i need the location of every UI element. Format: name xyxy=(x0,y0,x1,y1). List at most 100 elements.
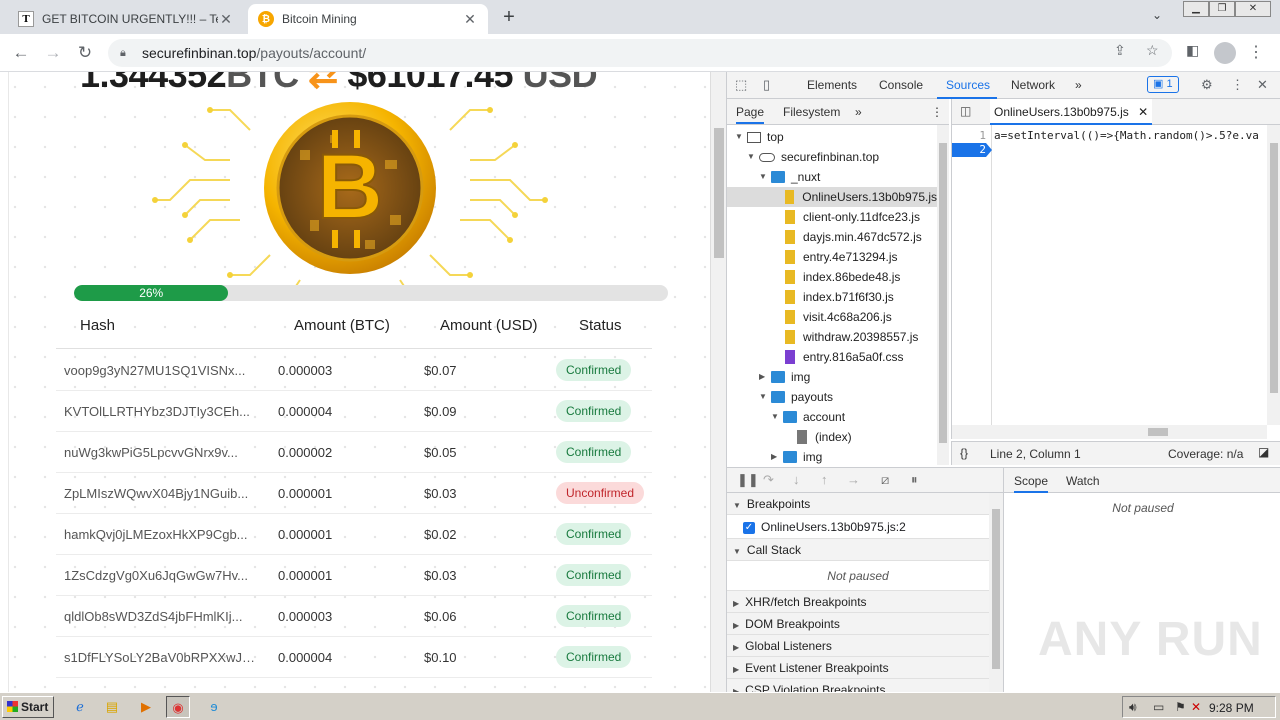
tab-scope[interactable]: Scope xyxy=(1014,474,1049,493)
issues-badge[interactable]: ▣ 1 xyxy=(1147,76,1179,93)
tree-item[interactable]: ▼ account xyxy=(727,407,937,427)
tab-watch[interactable]: Watch xyxy=(1066,474,1100,488)
share-icon[interactable]: ⇪ xyxy=(1114,42,1126,59)
expanded-arrow-icon[interactable]: ▼ xyxy=(759,387,771,407)
hash-cell[interactable]: qldlOb8sWD3ZdS4jbFHmlKIj... xyxy=(64,609,260,624)
dom-breakpoints-section[interactable]: ▶ DOM Breakpoints xyxy=(727,613,989,635)
hash-cell[interactable]: hamkQvj0jLMEzoxHkXP9Cgb... xyxy=(64,527,260,542)
tab-filesystem[interactable]: Filesystem xyxy=(783,105,840,119)
page-scrollbar[interactable] xyxy=(710,72,726,692)
pretty-print-button[interactable]: {} xyxy=(960,446,968,460)
breakpoint-item[interactable]: ✓ OnlineUsers.13b0b975.js:2 xyxy=(727,515,989,539)
network-icon[interactable]: ▭ xyxy=(1153,700,1164,714)
tab-search-icon[interactable]: ⌄ xyxy=(1152,8,1170,22)
chrome-icon[interactable]: ◉ xyxy=(166,696,190,718)
line-number-gutter[interactable]: 1 2 xyxy=(952,125,992,425)
code-editor[interactable]: 1 2 a=setInterval(()=>{Math.random()>.5?… xyxy=(951,125,1280,425)
event-listener-breakpoints-section[interactable]: ▶ Event Listener Breakpoints xyxy=(727,657,989,679)
breakpoint-line-number[interactable]: 2 xyxy=(952,143,992,157)
step-out-icon[interactable]: ↑ xyxy=(821,472,828,487)
settings-gear-icon[interactable]: ⚙ xyxy=(1201,77,1213,93)
expanded-arrow-icon[interactable]: ▼ xyxy=(771,407,783,427)
line-number[interactable]: 1 xyxy=(952,129,992,143)
more-navigator-tabs-icon[interactable]: » xyxy=(855,105,862,119)
editor-file-tab[interactable]: OnlineUsers.13b0b975.js ✕ xyxy=(990,99,1153,125)
tree-item[interactable]: ▼ payouts xyxy=(727,387,937,407)
scrollbar-thumb[interactable] xyxy=(1148,428,1168,436)
tree-item[interactable]: index.b71f6f30.js xyxy=(727,287,937,307)
expanded-arrow-icon[interactable]: ▼ xyxy=(759,167,771,187)
address-bar[interactable]: 🔒︎ securefinbinan.top/payouts/account/ xyxy=(108,39,1172,67)
tab-sources[interactable]: Sources xyxy=(946,78,990,92)
tab-bitcoin-mining[interactable]: ₿ Bitcoin Mining ✕ xyxy=(248,4,488,34)
step-icon[interactable]: → xyxy=(847,472,860,487)
more-tabs-icon[interactable]: » xyxy=(1075,78,1082,92)
csp-violation-breakpoints-section[interactable]: ▶ CSP Violation Breakpoints xyxy=(727,679,989,692)
deactivate-breakpoints-icon[interactable]: ⧄ xyxy=(881,472,889,488)
toggle-navigator-icon[interactable]: ◫ xyxy=(960,104,971,118)
close-tab-icon[interactable]: ✕ xyxy=(462,11,478,28)
pause-on-exceptions-icon[interactable]: ⏸ xyxy=(911,472,918,488)
checkbox-checked-icon[interactable]: ✓ xyxy=(743,521,755,534)
tree-item[interactable]: OnlineUsers.13b0b975.js xyxy=(727,187,937,207)
tree-item[interactable]: (index) xyxy=(727,427,937,447)
coverage-icon[interactable]: ◪ xyxy=(1258,445,1269,459)
step-into-icon[interactable]: ↓ xyxy=(793,472,800,487)
hash-cell[interactable]: voop9g3yN27MU1SQ1VISNx... xyxy=(64,363,260,378)
new-tab-button[interactable]: + xyxy=(498,6,520,28)
close-tab-icon[interactable]: ✕ xyxy=(218,11,234,28)
profile-avatar[interactable] xyxy=(1214,42,1236,64)
xhr-breakpoints-section[interactable]: ▶ XHR/fetch Breakpoints xyxy=(727,591,989,613)
close-file-tab-icon[interactable]: ✕ xyxy=(1138,105,1148,119)
edge-icon[interactable]: ɘ xyxy=(202,696,226,718)
tree-item[interactable]: ▼ securefinbinan.top xyxy=(727,147,937,167)
hash-cell[interactable]: KVTOlLLRTHYbz3DJTIy3CEh... xyxy=(64,404,260,419)
tree-item[interactable]: ▶ img xyxy=(727,447,937,465)
close-window-button[interactable]: ✕ xyxy=(1235,1,1271,17)
pause-icon[interactable]: ❚❚ xyxy=(737,472,759,488)
hash-cell[interactable]: s1DfFLYSoLY2BaV0bRPXXwJ5... xyxy=(64,650,260,665)
hash-cell[interactable]: ZpLMIszWQwvX04Bjy1NGuib... xyxy=(64,486,260,501)
lock-icon[interactable]: 🔒︎ xyxy=(120,47,132,60)
collapsed-arrow-icon[interactable]: ▶ xyxy=(771,447,783,465)
device-toolbar-icon[interactable]: ▯ xyxy=(763,77,770,93)
tree-item[interactable]: ▼ top xyxy=(727,127,937,147)
security-icon[interactable]: ⚑ xyxy=(1175,700,1186,714)
collapsed-arrow-icon[interactable]: ▶ xyxy=(759,367,771,387)
tree-item[interactable]: ▶ img xyxy=(727,367,937,387)
scrollbar-thumb[interactable] xyxy=(992,509,1000,669)
scrollbar-thumb[interactable] xyxy=(714,128,724,258)
tree-item[interactable]: dayjs.min.467dc572.js xyxy=(727,227,937,247)
forward-icon[interactable]: → xyxy=(42,42,64,64)
editor-vertical-scrollbar[interactable] xyxy=(1267,125,1280,425)
hash-cell[interactable]: 1ZsCdzgVg0Xu6JqGwGw7Hv... xyxy=(64,568,260,583)
hash-cell[interactable]: nuWg3kwPiG5LpcvvGNrx9v... xyxy=(64,445,260,460)
breakpoints-section[interactable]: ▼ Breakpoints xyxy=(727,493,989,515)
debugger-scrollbar[interactable] xyxy=(989,493,1003,692)
tab-console[interactable]: Console xyxy=(879,78,923,92)
scrollbar-thumb[interactable] xyxy=(939,143,947,443)
navigator-menu-icon[interactable]: ⋮ xyxy=(931,105,943,119)
tree-item[interactable]: ▼ _nuxt xyxy=(727,167,937,187)
tree-item[interactable]: withdraw.20398557.js xyxy=(727,327,937,347)
volume-icon[interactable]: 🔊︎ xyxy=(1129,700,1137,715)
tree-item[interactable]: entry.4e713294.js xyxy=(727,247,937,267)
call-stack-section[interactable]: ▼ Call Stack xyxy=(727,539,989,561)
inspect-element-icon[interactable]: ⬚ xyxy=(735,77,747,93)
bookmark-star-icon[interactable]: ☆ xyxy=(1146,42,1159,59)
back-icon[interactable]: ← xyxy=(10,42,32,64)
close-devtools-icon[interactable]: ✕ xyxy=(1257,77,1268,93)
navigator-scrollbar[interactable] xyxy=(937,125,949,465)
tree-item[interactable]: visit.4c68a206.js xyxy=(727,307,937,327)
tree-item[interactable]: entry.816a5a0f.css xyxy=(727,347,937,367)
tree-item[interactable]: index.86bede48.js xyxy=(727,267,937,287)
tab-telegram[interactable]: T GET BITCOIN URGENTLY!!! – Telegram ✕ xyxy=(8,4,244,34)
step-over-icon[interactable]: ↷ xyxy=(763,472,774,488)
minimize-button[interactable]: ▁ xyxy=(1183,1,1209,17)
editor-horizontal-scrollbar[interactable] xyxy=(951,425,1267,439)
media-player-icon[interactable]: ▶ xyxy=(134,696,158,718)
devtools-menu-icon[interactable]: ⋮ xyxy=(1231,77,1244,93)
tab-elements[interactable]: Elements xyxy=(807,78,857,92)
start-button[interactable]: Start xyxy=(2,696,54,718)
file-explorer-icon[interactable]: ▤ xyxy=(100,696,124,718)
